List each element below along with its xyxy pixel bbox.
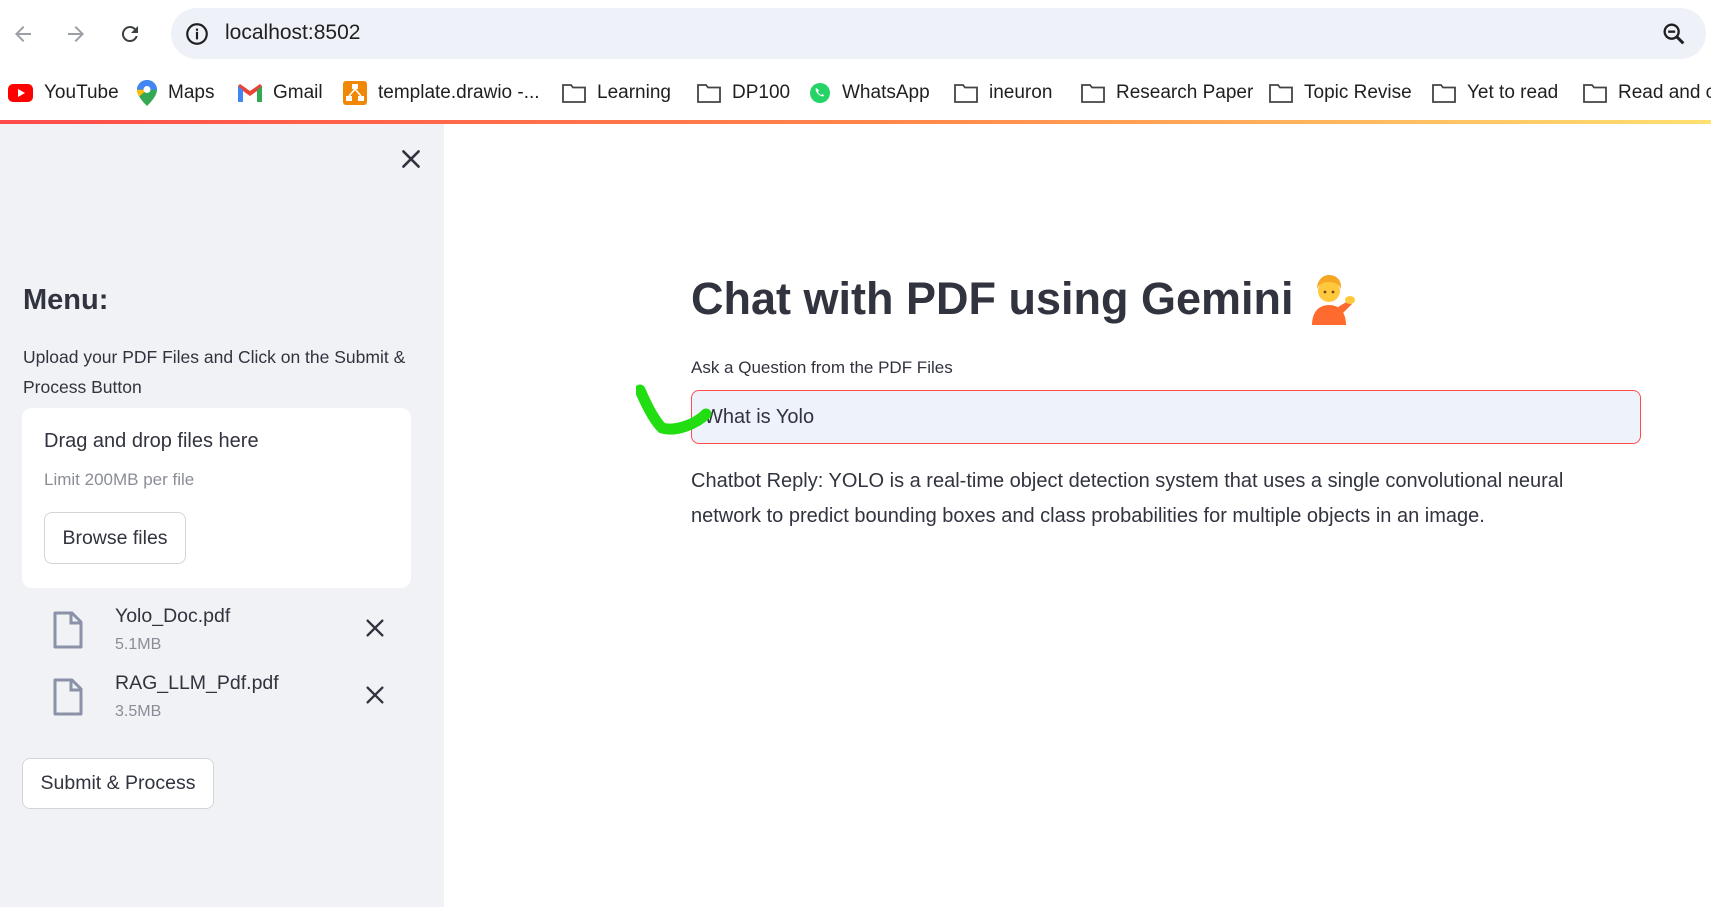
bookmark-gmail[interactable]: Gmail	[238, 76, 323, 110]
bookmark-yet-to-read[interactable]: Yet to read	[1432, 76, 1558, 110]
address-bar[interactable]: localhost:8502	[171, 8, 1706, 59]
bookmark-whatsapp[interactable]: WhatsApp	[809, 76, 930, 110]
question-input[interactable]	[691, 390, 1641, 444]
question-label: Ask a Question from the PDF Files	[691, 358, 953, 377]
whatsapp-icon	[810, 83, 830, 103]
file-dropzone[interactable]: Drag and drop files here Limit 200MB per…	[22, 408, 411, 588]
browse-files-button[interactable]: Browse files	[44, 512, 186, 564]
bookmark-drawio[interactable]: template.drawio -...	[343, 76, 540, 110]
url-text[interactable]: localhost:8502	[225, 21, 360, 45]
chatbot-reply: Chatbot Reply: YOLO is a real-time objec…	[691, 470, 1564, 527]
bookmark-learning[interactable]: Learning	[562, 76, 671, 110]
page-title-text: Chat with PDF using Gemini	[691, 273, 1294, 324]
bookmark-label: Learning	[597, 82, 671, 103]
gmail-icon	[238, 84, 262, 102]
bookmark-label: Read and c	[1618, 82, 1711, 103]
bookmark-read-and[interactable]: Read and c	[1583, 76, 1711, 110]
bookmark-label: Topic Revise	[1304, 82, 1412, 103]
file-name: RAG_LLM_Pdf.pdf	[115, 672, 279, 694]
bookmark-dp100[interactable]: DP100	[697, 76, 790, 110]
back-arrow-icon	[15, 26, 31, 42]
maps-icon	[137, 80, 157, 106]
drawio-icon	[343, 81, 367, 105]
folder-icon	[1269, 84, 1293, 103]
folder-icon	[562, 84, 586, 103]
file-name: Yolo_Doc.pdf	[115, 605, 231, 627]
sidebar-description: Upload your PDF Files and Click on the S…	[23, 347, 406, 397]
forward-arrow-icon	[68, 26, 84, 42]
back-button[interactable]	[3, 14, 43, 54]
bookmark-label: Gmail	[273, 82, 323, 103]
file-icon	[53, 611, 83, 649]
forward-button[interactable]	[56, 14, 96, 54]
reload-button[interactable]	[110, 14, 150, 54]
uploaded-file-item: RAG_LLM_Pdf.pdf 3.5MB	[52, 672, 402, 732]
folder-icon	[954, 84, 978, 103]
person-tipping-hand-icon	[1311, 275, 1355, 325]
submit-process-button[interactable]: Submit & Process	[22, 758, 214, 809]
close-sidebar-icon[interactable]	[398, 146, 424, 172]
sidebar: Menu: Upload your PDF Files and Click on…	[0, 124, 444, 907]
bookmark-maps[interactable]: Maps	[137, 76, 214, 110]
bookmark-label: Maps	[168, 82, 215, 103]
bookmark-label: template.drawio -...	[378, 82, 540, 103]
sidebar-heading: Menu:	[23, 284, 109, 316]
file-size: 5.1MB	[115, 636, 162, 653]
youtube-icon	[8, 84, 33, 102]
folder-icon	[1432, 84, 1456, 103]
uploaded-file-item: Yolo_Doc.pdf 5.1MB	[52, 605, 402, 665]
folder-icon	[1583, 84, 1607, 103]
bookmark-topic-revise[interactable]: Topic Revise	[1269, 76, 1412, 110]
dropzone-title: Drag and drop files here	[44, 430, 259, 452]
folder-icon	[1081, 84, 1105, 103]
page-title: Chat with PDF using Gemini	[691, 273, 1356, 325]
remove-file-icon[interactable]	[364, 684, 386, 706]
bookmark-label: WhatsApp	[842, 82, 930, 103]
dropzone-limit: Limit 200MB per file	[44, 470, 195, 489]
bookmark-label: Yet to read	[1467, 82, 1559, 103]
bookmark-youtube[interactable]: YouTube	[8, 76, 119, 110]
bookmark-label: YouTube	[44, 82, 119, 103]
bookmark-label: ineuron	[989, 82, 1053, 103]
bookmarks-bar: YouTube Maps Gmail template.drawio -... …	[0, 67, 1711, 121]
bookmark-ineuron[interactable]: ineuron	[954, 76, 1052, 110]
file-icon	[53, 678, 83, 716]
bookmark-research-paper[interactable]: Research Paper	[1081, 76, 1253, 110]
folder-icon	[697, 84, 721, 103]
remove-file-icon[interactable]	[364, 617, 386, 639]
bookmark-label: DP100	[732, 82, 791, 103]
info-icon[interactable]	[184, 21, 210, 47]
bookmark-label: Research Paper	[1116, 82, 1254, 103]
browser-toolbar: localhost:8502	[0, 0, 1711, 67]
zoom-icon[interactable]	[1660, 20, 1688, 48]
file-size: 3.5MB	[115, 703, 162, 720]
reload-icon	[121, 26, 138, 43]
